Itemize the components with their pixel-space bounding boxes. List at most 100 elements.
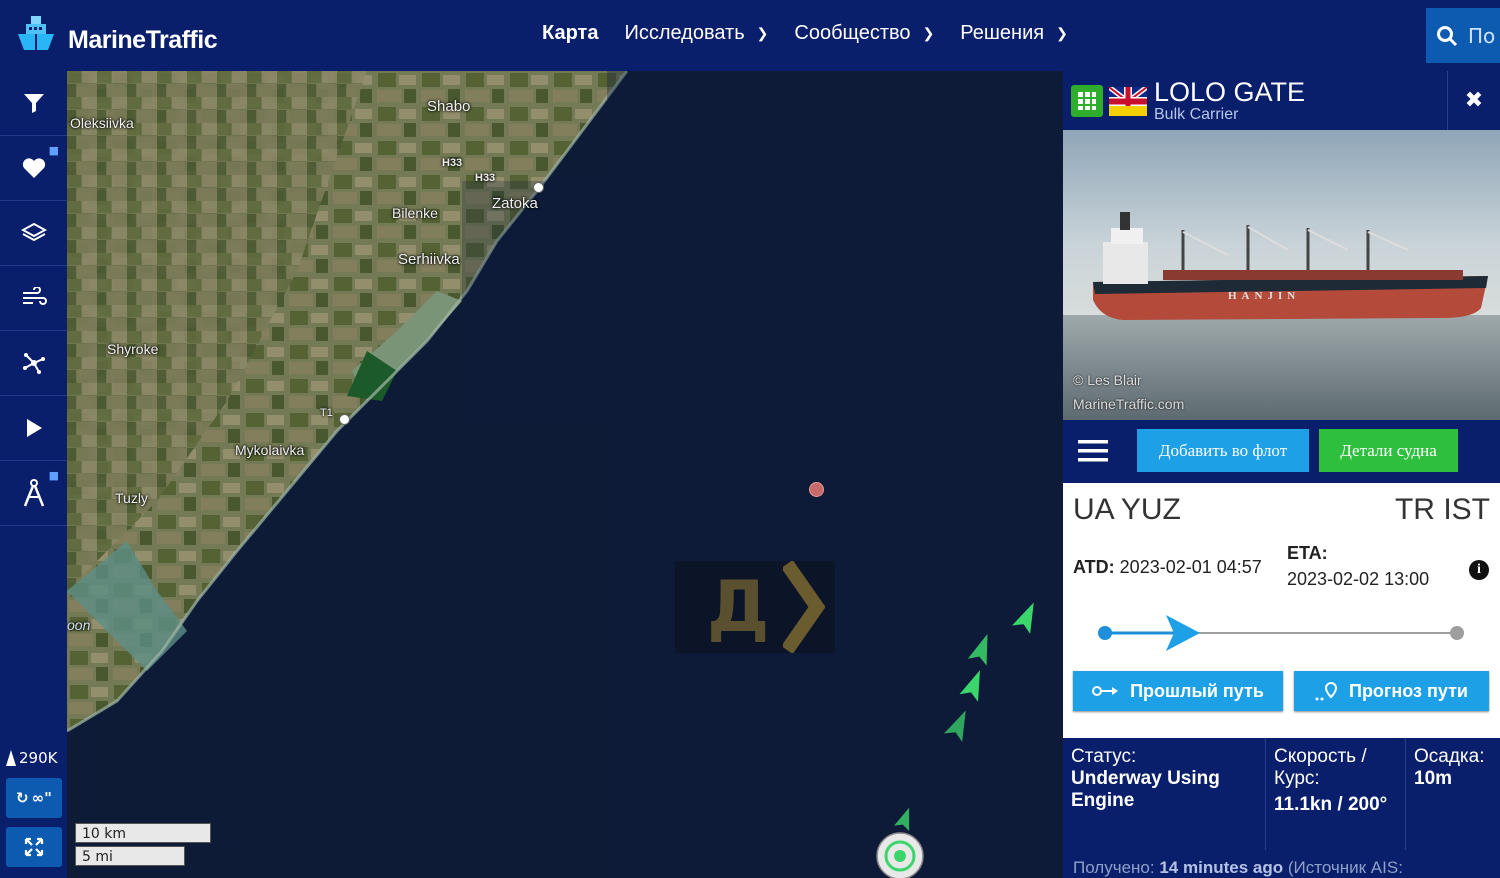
map-place-label: Tuzly [115, 490, 148, 506]
hull-text: HANJIN [1228, 290, 1300, 302]
main-menu: Карта Исследовать ❯ Сообщество ❯ Решения ❯ [542, 22, 1094, 45]
map-tools-sidebar: ■ ■ 290K ↻ ∞" [0, 71, 67, 878]
departure-port: UA YUZ [1073, 493, 1181, 527]
flag-icon [1109, 87, 1147, 116]
sidebar-item-measure[interactable]: ■ [0, 461, 67, 526]
chevron-down-icon: ❯ [922, 25, 935, 41]
voyage-section: UA YUZ TR IST ATD: 2023-02-01 04:57 ETA:… [1063, 483, 1500, 738]
past-track-label: Прошлый путь [1130, 680, 1264, 701]
nav-item-community[interactable]: Сообщество ❯ [794, 22, 934, 45]
nav-item-label: Исследовать [624, 22, 745, 44]
refresh-label: ∞" [31, 789, 52, 807]
map-road-label: T1 [320, 407, 333, 419]
filter-icon [23, 94, 44, 113]
voyage-progress-bar [1098, 615, 1464, 651]
photo-credit-site: MarineTraffic.com [1073, 396, 1185, 412]
departure-country: UA [1073, 493, 1114, 526]
fullscreen-button[interactable] [6, 827, 62, 867]
heart-icon [22, 158, 45, 178]
received-value: 14 minutes ago [1159, 858, 1284, 877]
status-label: Статус: [1071, 746, 1137, 767]
received-label: Получено: [1073, 858, 1155, 877]
port-marker[interactable] [533, 182, 544, 193]
chevron-down-icon: ❯ [1056, 25, 1068, 41]
marinetraffic-logo[interactable]: MarineTraffic [12, 12, 218, 60]
departure-port-code: YUZ [1120, 493, 1181, 526]
sidebar-item-layers[interactable] [0, 201, 67, 266]
vessel-count-value: 290K [19, 749, 58, 767]
close-button[interactable]: ✖ [1447, 71, 1500, 130]
map-place-label: Zatoka [492, 195, 538, 212]
ship-logo-icon [18, 16, 54, 50]
hamburger-menu-icon[interactable] [1078, 439, 1108, 463]
route-forecast-button[interactable]: Прогноз пути [1294, 671, 1489, 711]
sidebar-item-density[interactable] [0, 331, 67, 396]
sidebar-item-playback[interactable] [0, 396, 67, 461]
vessel-type: Bulk Carrier [1154, 106, 1239, 123]
map-place-label: Bilenke [392, 205, 438, 221]
map-canvas[interactable]: Oleksiivka Shabo H33 H33 Zatoka Bilenke … [67, 71, 1063, 878]
sidebar-item-filters[interactable] [0, 71, 67, 136]
map-place-label: Mykolaivka [235, 442, 305, 458]
density-icon [22, 353, 45, 374]
refresh-rate-button[interactable]: ↻ ∞" [6, 778, 62, 818]
sidebar-item-weather[interactable] [0, 266, 67, 331]
search-placeholder: По [1468, 23, 1496, 48]
received-source: (Источник AIS: [1287, 858, 1403, 877]
past-track-button[interactable]: Прошлый путь [1073, 671, 1283, 711]
search-icon [1437, 25, 1458, 46]
vessel-type-grid-icon[interactable] [1071, 85, 1103, 117]
vessel-details-button[interactable]: Детали судна [1319, 429, 1458, 472]
nav-item-solutions[interactable]: Решения ❯ [960, 22, 1068, 45]
nav-item-label: Карта [542, 22, 599, 44]
chevron-right-icon [783, 561, 826, 653]
map-place-label: Shabo [427, 98, 471, 115]
map-water-label: oon [67, 617, 91, 633]
station-marker[interactable] [809, 482, 824, 497]
departure-dot [1098, 626, 1112, 640]
wind-icon [22, 287, 47, 305]
vessel-header: LOLO GATE Bulk Carrier ✖ [1063, 71, 1500, 130]
compass-icon [23, 479, 44, 507]
close-icon: ✖ [1464, 88, 1484, 113]
map-road-label: H33 [475, 172, 496, 184]
destination-port: TR IST [1395, 493, 1490, 527]
atd-value: 2023-02-01 04:57 [1119, 557, 1262, 577]
selected-vessel-marker[interactable] [875, 831, 925, 878]
speed-course-stat: Скорость / Курс: 11.1kn / 200° [1266, 738, 1406, 850]
speed-course-label: Скорость / Курс: [1274, 746, 1367, 789]
layers-icon [20, 222, 47, 242]
draught-stat: Осадка: 10m [1406, 738, 1500, 850]
fullscreen-icon [24, 837, 44, 857]
route-forecast-label: Прогноз пути [1349, 680, 1468, 701]
lock-icon: ■ [48, 144, 59, 157]
top-navigation-bar: MarineTraffic Карта Исследовать ❯ Сообщес… [0, 0, 1500, 71]
nav-item-explore[interactable]: Исследовать ❯ [624, 22, 768, 45]
destination-dot [1450, 626, 1464, 640]
sidebar-item-favorites[interactable]: ■ [0, 136, 67, 201]
port-marker[interactable] [339, 414, 350, 425]
atd-row: ATD: 2023-02-01 04:57 [1073, 557, 1262, 578]
add-to-fleet-button[interactable]: Добавить во флот [1137, 429, 1309, 472]
nav-item-map[interactable]: Карта [542, 22, 598, 45]
search-button[interactable]: По [1426, 8, 1500, 63]
nav-item-label: Решения [960, 22, 1045, 44]
map-background [67, 71, 1063, 878]
map-place-label: Shyroke [107, 341, 159, 357]
info-icon[interactable]: i [1469, 560, 1489, 580]
vessel-photo[interactable]: HANJIN © Les Blair MarineTraffic.com [1063, 130, 1500, 420]
map-place-label: Serhiivka [398, 251, 460, 268]
vessel-info-panel: LOLO GATE Bulk Carrier ✖ HANJIN © Les Bl… [1063, 71, 1500, 878]
scale-bar-km: 10 km [75, 823, 211, 843]
grid-icon [1078, 92, 1096, 110]
brand-name: MarineTraffic [68, 25, 218, 54]
destination-country: TR [1394, 493, 1435, 526]
vessel-count: 290K [6, 749, 57, 767]
status-stat: Статус: Underway Using Engine [1063, 738, 1266, 850]
refresh-icon: ↻ [16, 789, 29, 807]
watermark-letter: Д [707, 566, 770, 648]
watermark-logo: Д [675, 561, 835, 653]
draught-value: 10m [1414, 768, 1453, 789]
photo-credit: © Les Blair [1073, 372, 1142, 388]
chevron-down-icon: ❯ [756, 25, 769, 41]
